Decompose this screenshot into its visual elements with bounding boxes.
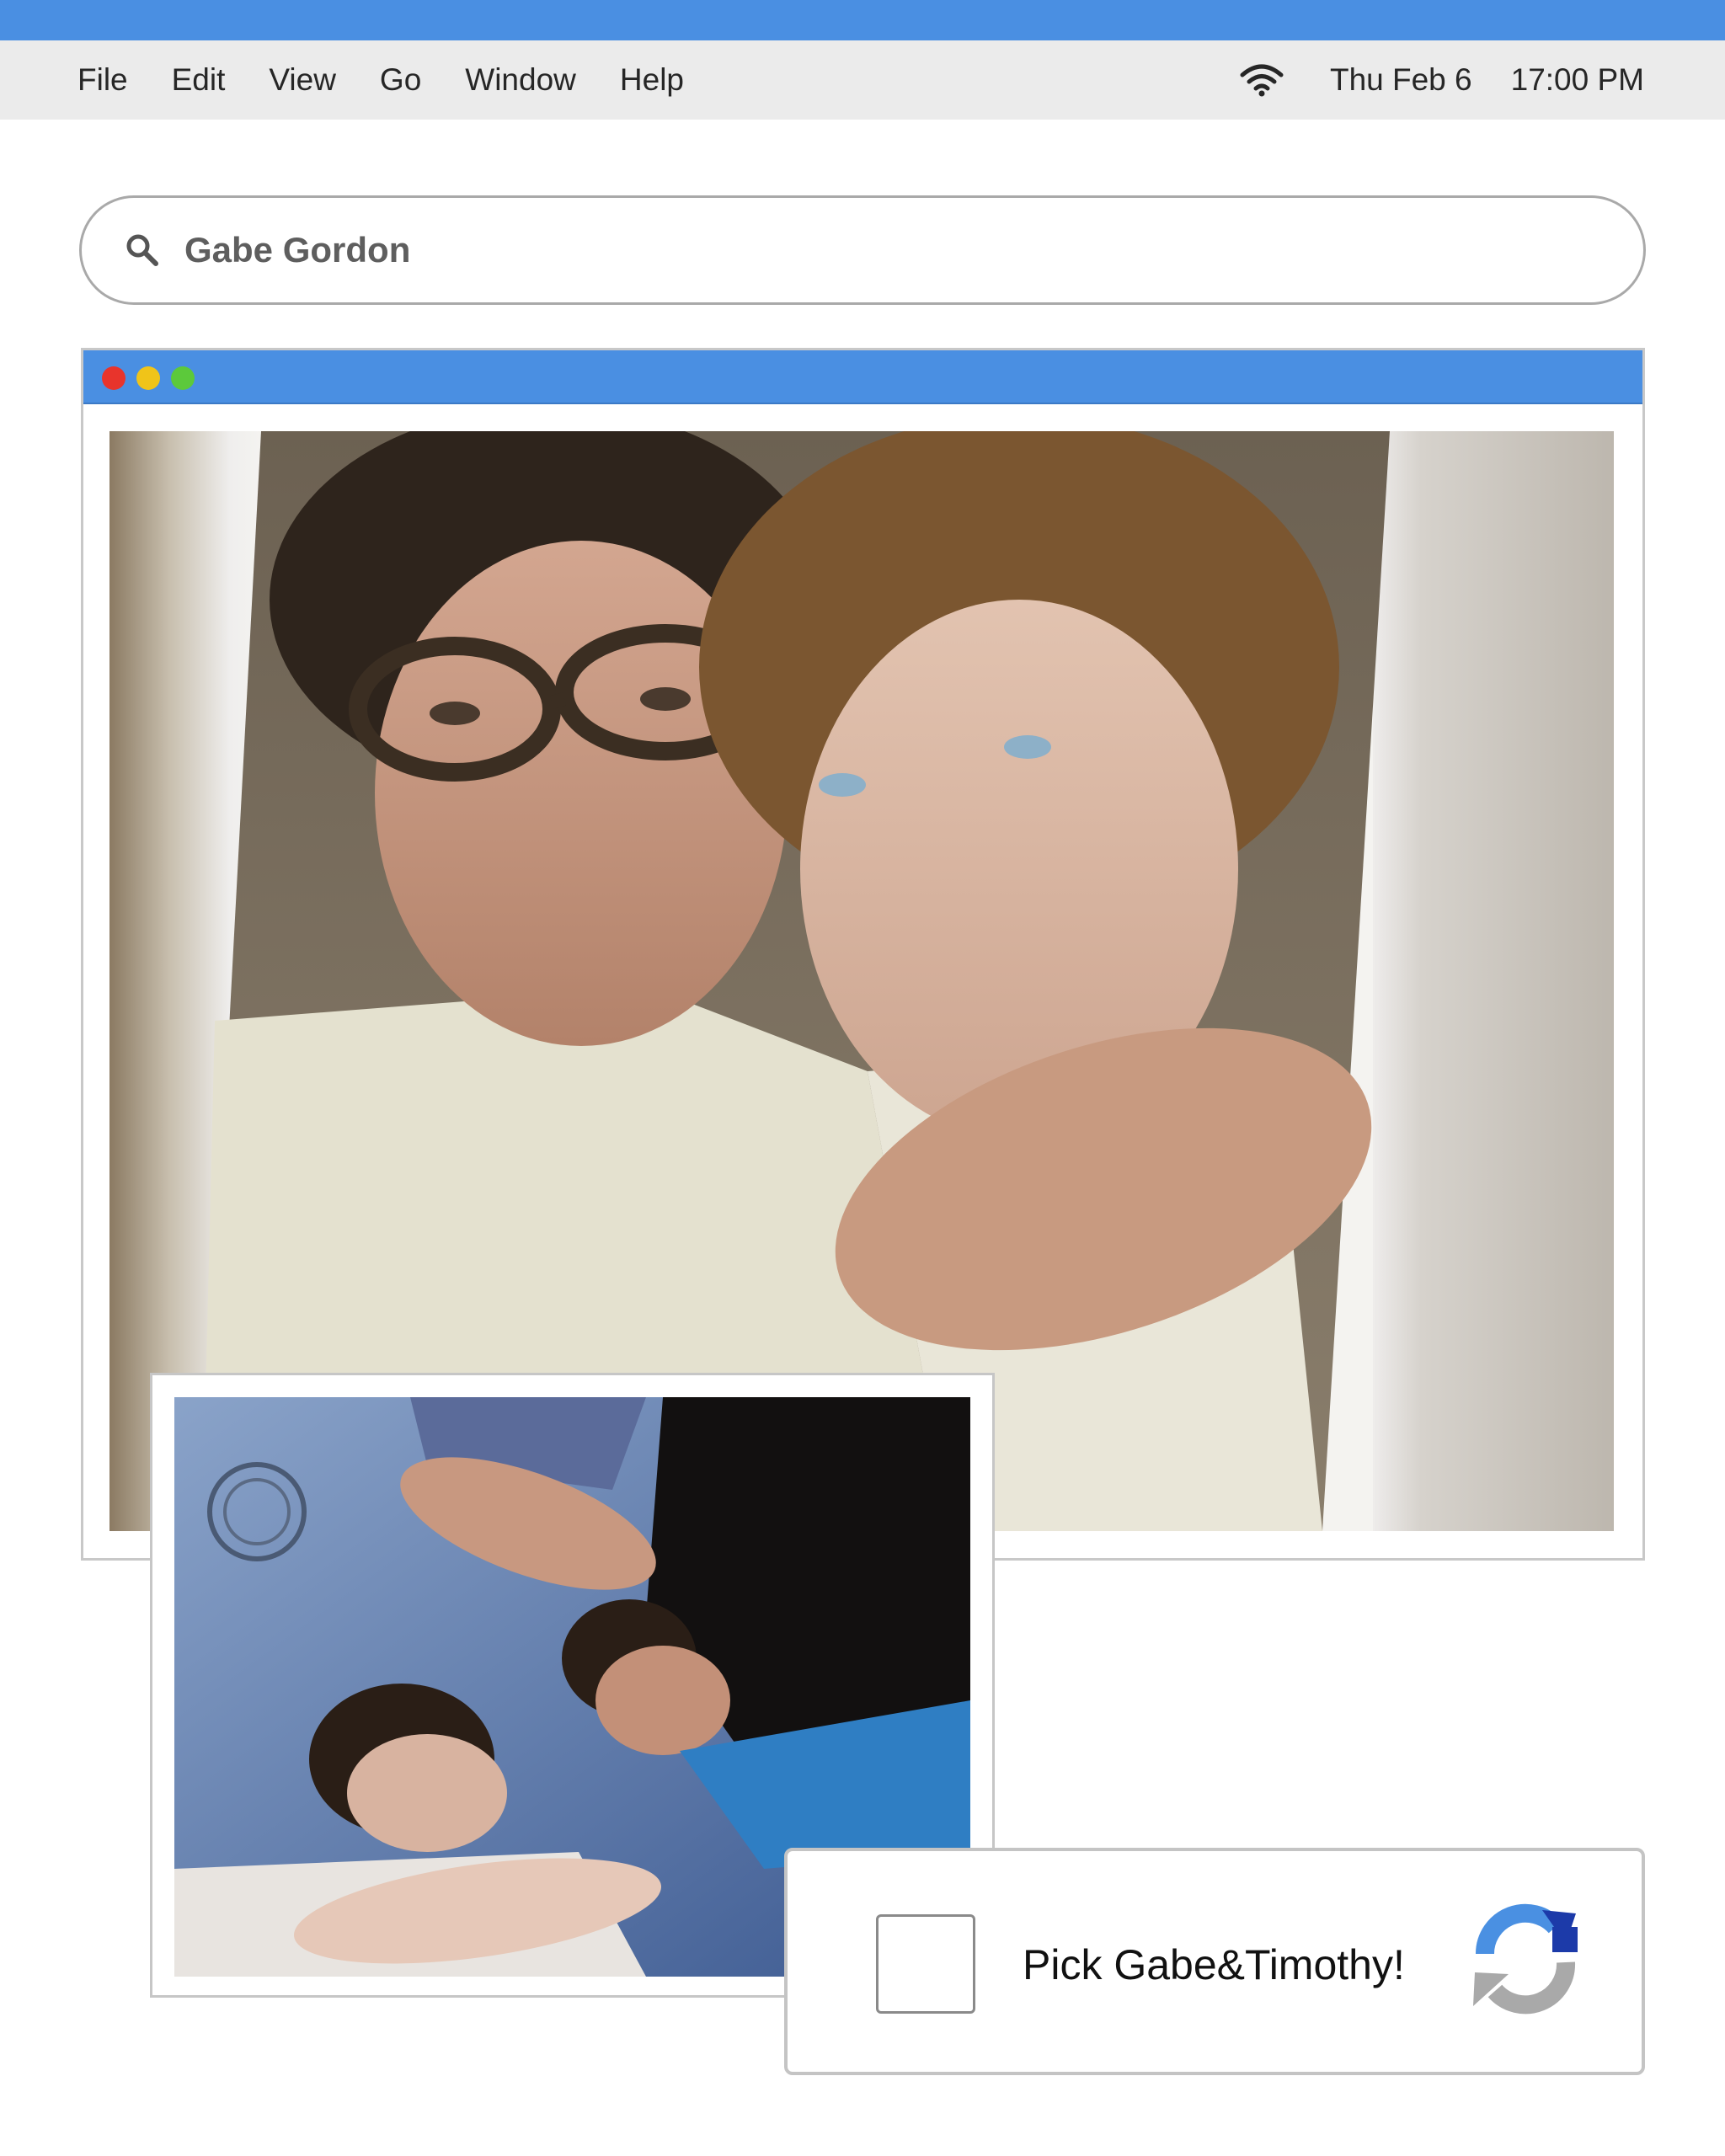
zoom-button[interactable] [171,366,195,390]
minimize-button[interactable] [136,366,160,390]
menu-file[interactable]: File [77,62,128,98]
recaptcha-icon [1473,1903,1578,2015]
window-titlebar[interactable] [83,350,1642,404]
wifi-icon[interactable] [1239,63,1284,97]
menu-bar: File Edit View Go Window Help Thu Feb 6 … [0,40,1725,120]
search-bar[interactable]: Gabe Gordon [79,195,1646,305]
menu-view[interactable]: View [269,62,336,98]
status-date: Thu Feb 6 [1329,62,1472,97]
main-photo-image [202,431,1614,1531]
menu-items: File Edit View Go Window Help [77,62,728,98]
menu-window[interactable]: Window [465,62,576,98]
status-area: Thu Feb 6 17:00 PM [1239,40,1644,120]
status-time: 17:00 PM [1510,62,1644,97]
main-photo [109,431,1614,1531]
captcha-label: Pick Gabe&Timothy! [1023,1941,1405,1988]
close-button[interactable] [102,366,126,390]
top-accent-stripe [0,0,1725,40]
search-icon [126,234,158,266]
search-query[interactable]: Gabe Gordon [184,230,410,270]
captcha-checkbox[interactable] [876,1914,975,2014]
captcha-widget: Pick Gabe&Timothy! [784,1848,1645,2075]
menu-go[interactable]: Go [380,62,421,98]
menu-help[interactable]: Help [620,62,684,98]
menu-edit[interactable]: Edit [172,62,226,98]
